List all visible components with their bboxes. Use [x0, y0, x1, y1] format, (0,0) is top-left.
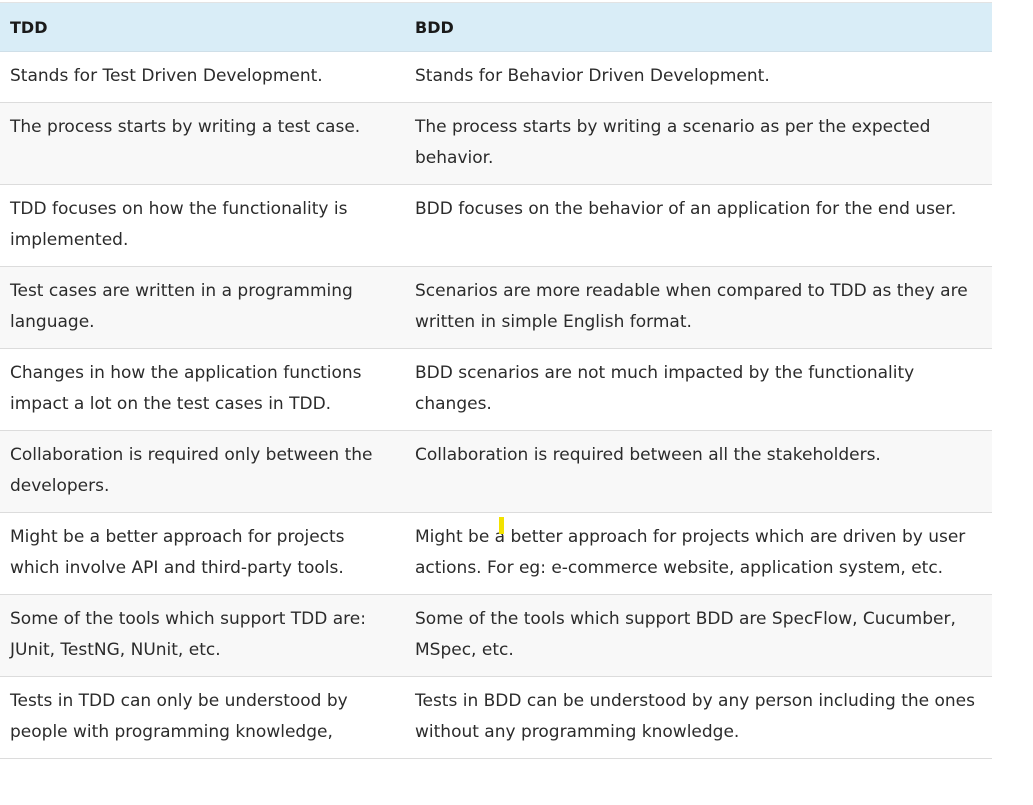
cell-bdd: Tests in BDD can be understood by any pe…	[405, 676, 992, 759]
table-row: Collaboration is required only between t…	[0, 430, 992, 513]
cell-bdd: Scenarios are more readable when compare…	[405, 266, 992, 349]
tdd-vs-bdd-table: TDD BDD Stands for Test Driven Developme…	[0, 2, 992, 759]
cell-bdd: BDD scenarios are not much impacted by t…	[405, 348, 992, 431]
cell-tdd: TDD focuses on how the functionality is …	[0, 184, 405, 267]
header-tdd: TDD	[0, 2, 405, 52]
table-row: Some of the tools which support TDD are:…	[0, 594, 992, 677]
header-bdd: BDD	[405, 2, 992, 52]
cell-bdd: Collaboration is required between all th…	[405, 430, 992, 513]
cell-bdd: BDD focuses on the behavior of an applic…	[405, 184, 992, 267]
header-row: TDD BDD	[0, 2, 992, 52]
cell-bdd: Some of the tools which support BDD are …	[405, 594, 992, 677]
cell-tdd: Tests in TDD can only be understood by p…	[0, 676, 405, 759]
table-body: Stands for Test Driven Development. Stan…	[0, 51, 992, 759]
table-row: Test cases are written in a programming …	[0, 266, 992, 349]
table-row: The process starts by writing a test cas…	[0, 102, 992, 185]
cell-bdd: Stands for Behavior Driven Development.	[405, 51, 992, 103]
cell-tdd: Might be a better approach for projects …	[0, 512, 405, 595]
cell-tdd: Test cases are written in a programming …	[0, 266, 405, 349]
cell-bdd: The process starts by writing a scenario…	[405, 102, 992, 185]
cell-tdd: Collaboration is required only between t…	[0, 430, 405, 513]
table-row: Might be a better approach for projects …	[0, 512, 992, 595]
table-row: Changes in how the application functions…	[0, 348, 992, 431]
cell-tdd: The process starts by writing a test cas…	[0, 102, 405, 185]
comparison-table-container: TDD BDD Stands for Test Driven Developme…	[0, 2, 992, 759]
cell-tdd: Stands for Test Driven Development.	[0, 51, 405, 103]
table-row: Tests in TDD can only be understood by p…	[0, 676, 992, 759]
table-header: TDD BDD	[0, 2, 992, 52]
table-row: TDD focuses on how the functionality is …	[0, 184, 992, 267]
cell-bdd: Might be a better approach for projects …	[405, 512, 992, 595]
cell-tdd: Changes in how the application functions…	[0, 348, 405, 431]
text-cursor-marker	[499, 517, 504, 534]
table-row: Stands for Test Driven Development. Stan…	[0, 51, 992, 103]
cell-tdd: Some of the tools which support TDD are:…	[0, 594, 405, 677]
